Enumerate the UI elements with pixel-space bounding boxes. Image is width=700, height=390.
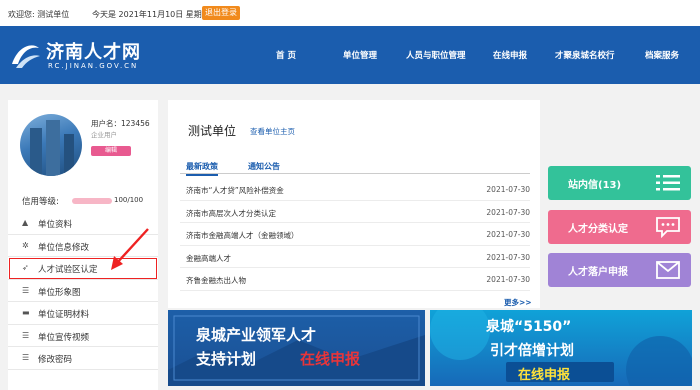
list-item[interactable]: 济南市“人才贷”风险补偿资金 2021-07-30 bbox=[180, 178, 530, 201]
news-date: 2021-07-30 bbox=[486, 185, 530, 194]
list-item[interactable]: 济南市金融高端人才（金融领域） 2021-07-30 bbox=[180, 223, 530, 246]
credit-label: 信用等级: bbox=[22, 197, 59, 207]
edit-profile-button[interactable]: 编辑 bbox=[91, 146, 131, 156]
nav-online-apply[interactable]: 在线申报 bbox=[493, 49, 527, 61]
banner-left-apply: 在线申报 bbox=[300, 350, 361, 368]
nav-campus-tour[interactable]: 才聚泉城名校行 bbox=[555, 49, 615, 61]
mail-icon bbox=[656, 261, 680, 279]
sidebar-item-label: 人才试验区认定 bbox=[38, 265, 98, 275]
news-date: 2021-07-30 bbox=[486, 275, 530, 284]
sidebar-item-label: 单位资料 bbox=[38, 220, 73, 230]
news-date: 2021-07-30 bbox=[486, 252, 530, 262]
logout-button[interactable]: 退出登录 bbox=[202, 6, 240, 20]
user-type: 企业用户 bbox=[91, 131, 117, 139]
username: 用户名：123456 bbox=[91, 119, 150, 128]
banner-left-line2: 支持计划 bbox=[196, 350, 257, 368]
news-date: 2021-07-30 bbox=[486, 207, 530, 217]
list-icon: ☰ bbox=[22, 285, 30, 295]
avatar bbox=[20, 114, 82, 176]
news-date: 2021-07-30 bbox=[486, 230, 530, 239]
sidebar-item-unit-docs[interactable]: ▬ 单位证明材料 bbox=[8, 302, 158, 325]
credit-value: 100/100 bbox=[114, 196, 144, 204]
nav-archive-service[interactable]: 档案服务 bbox=[645, 49, 679, 61]
building-icon: ▲ bbox=[22, 218, 29, 227]
news-title: 金融高端人才 bbox=[186, 253, 231, 263]
logo-mark-icon bbox=[12, 45, 40, 68]
page-title: 测试单位 bbox=[188, 124, 237, 138]
news-list: 济南市“人才贷”风险补偿资金 2021-07-30 济南市高层次人才分类认定 202… bbox=[180, 178, 530, 291]
sidebar-item-unit-video[interactable]: ☰ 单位宣传视频 bbox=[8, 325, 158, 347]
credit-progress-bar bbox=[72, 198, 112, 204]
annotation-arrow-icon bbox=[111, 228, 149, 270]
rocket-icon: ➶ bbox=[22, 263, 29, 272]
sidebar-item-label: 单位形象图 bbox=[38, 287, 81, 298]
main-nav: 济南人才网 RC.JINAN.GOV.CN 首 页 单位管理 人员与职位管理 在… bbox=[0, 26, 700, 84]
talent-classification-button[interactable]: 人才分类认定 bbox=[548, 210, 691, 244]
sidebar-item-label: 单位信息修改 bbox=[38, 242, 90, 253]
logo-text: 济南人才网 bbox=[46, 42, 141, 63]
list-icon: ☰ bbox=[22, 330, 30, 340]
nav-home[interactable]: 首 页 bbox=[276, 49, 296, 61]
news-title: 济南市金融高端人才（金融领域） bbox=[186, 231, 299, 240]
news-title: 济南市“人才贷”风险补偿资金 bbox=[186, 186, 284, 195]
news-tabs: 最新政策 通知公告 bbox=[180, 159, 530, 176]
view-home-link[interactable]: 查看单位主页 bbox=[250, 126, 295, 137]
banner-industry-leader[interactable]: 泉城产业领军人才 支持计划 在线申报 bbox=[168, 310, 425, 386]
sidebar-item-unit-image[interactable]: ☰ 单位形象图 bbox=[8, 280, 158, 302]
tab-notices[interactable]: 通知公告 bbox=[248, 161, 280, 172]
list-item[interactable]: 济南市高层次人才分类认定 2021-07-30 bbox=[180, 201, 530, 223]
list-item[interactable]: 金融高端人才 2021-07-30 bbox=[180, 246, 530, 268]
banner-right-line1: 泉城“5150” bbox=[486, 319, 572, 335]
chat-icon bbox=[656, 217, 680, 238]
banner-left-line1: 泉城产业领军人才 bbox=[196, 326, 317, 344]
more-link[interactable]: 更多>> bbox=[504, 297, 532, 308]
top-bar: 欢迎您: 测试单位 今天是 2021年11月10日 星期三 退出登录 bbox=[0, 0, 700, 26]
banner-right-apply: 在线申报 bbox=[518, 368, 571, 383]
talent-classification-label: 人才分类认定 bbox=[568, 224, 628, 235]
main-panel: 测试单位 查看单位主页 最新政策 通知公告 济南市“人才贷”风险补偿资金 2021… bbox=[168, 100, 540, 308]
inbox-label: 站内信(13) bbox=[568, 180, 622, 191]
nav-personnel-jobs[interactable]: 人员与职位管理 bbox=[406, 49, 466, 61]
list-item[interactable]: 齐鲁金融杰出人物 2021-07-30 bbox=[180, 268, 530, 291]
sidebar-item-change-password[interactable]: ☰ 修改密码 bbox=[8, 347, 158, 370]
nav-unit-management[interactable]: 单位管理 bbox=[343, 49, 377, 61]
banner-5150[interactable]: 泉城“5150” 引才倍增计划 在线申报 bbox=[430, 310, 692, 386]
gear-icon: ✲ bbox=[22, 240, 29, 250]
welcome-text: 欢迎您: 测试单位 bbox=[8, 10, 70, 19]
sidebar-item-label: 单位宣传视频 bbox=[38, 332, 90, 343]
site-logo[interactable]: 济南人才网 RC.JINAN.GOV.CN bbox=[8, 36, 173, 74]
inbox-button[interactable]: 站内信(13) bbox=[548, 166, 691, 200]
news-title: 济南市高层次人才分类认定 bbox=[186, 208, 276, 218]
logo-domain: RC.JINAN.GOV.CN bbox=[48, 62, 139, 70]
sidebar-item-label: 单位证明材料 bbox=[38, 310, 90, 320]
residence-apply-label: 人才落户申报 bbox=[568, 267, 628, 278]
date-text: 今天是 2021年11月10日 星期三 bbox=[92, 10, 210, 19]
folder-icon: ▬ bbox=[22, 308, 30, 317]
news-title: 齐鲁金融杰出人物 bbox=[186, 276, 246, 285]
residence-apply-button[interactable]: 人才落户申报 bbox=[548, 253, 691, 287]
grid-list-icon bbox=[656, 175, 680, 191]
sidebar-item-label: 修改密码 bbox=[38, 355, 73, 365]
list-icon: ☰ bbox=[22, 353, 30, 362]
banner-right-line2: 引才倍增计划 bbox=[490, 343, 574, 359]
tab-latest-policy[interactable]: 最新政策 bbox=[186, 161, 218, 176]
